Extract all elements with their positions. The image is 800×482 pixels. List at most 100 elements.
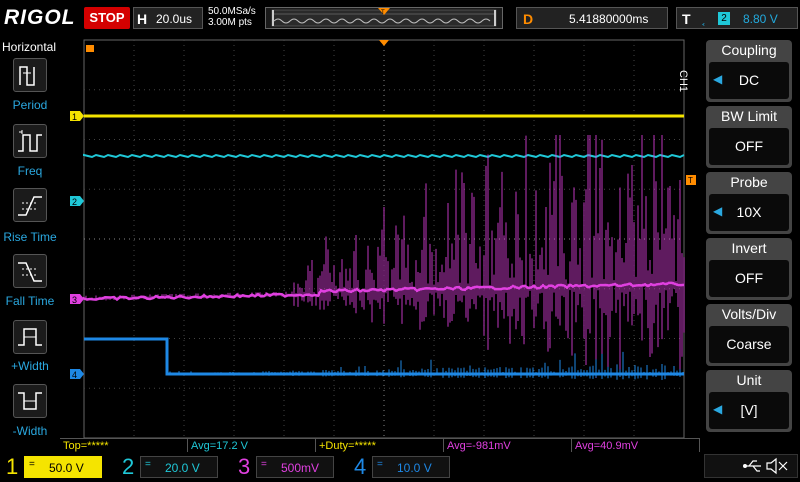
fall-time-icon <box>18 262 42 282</box>
probe-menu[interactable]: Probe ◀ 10X <box>706 172 792 234</box>
invert-value-box[interactable]: OFF <box>709 260 789 297</box>
channel-4-scale-box: = 10.0 V <box>372 456 450 478</box>
frequency-button[interactable] <box>13 124 47 158</box>
unit-value: [V] <box>740 402 758 418</box>
run-stop-indicator[interactable]: STOP <box>84 7 130 29</box>
bw-limit-value-box[interactable]: OFF <box>709 128 789 165</box>
bw-limit-value: OFF <box>735 138 763 154</box>
delay-box[interactable]: D 5.41880000ms <box>516 7 668 29</box>
sample-rate: 50.0MSa/s <box>208 6 256 17</box>
invert-menu[interactable]: Invert OFF <box>706 238 792 300</box>
left-menu-title: Horizontal <box>2 40 57 54</box>
positive-width-button[interactable] <box>13 320 47 354</box>
channel-2-scale: 20.0 V <box>165 461 200 475</box>
positive-width-label: +Width <box>11 359 49 373</box>
bw-limit-title: BW Limit <box>721 108 777 124</box>
channel-2-status[interactable]: 2 = 20.0 V <box>116 452 228 480</box>
channel-4-coupling: = <box>377 459 383 470</box>
channel-1-marker: 1 <box>70 111 84 122</box>
rise-time-icon <box>18 196 42 216</box>
waveform-grid: 1 2 3 4 T <box>70 39 696 439</box>
channel-2-marker: 2 <box>70 196 84 207</box>
probe-title: Probe <box>730 174 768 190</box>
rise-time-button[interactable] <box>13 188 47 222</box>
unit-menu[interactable]: Unit ◀ [V] <box>706 370 792 432</box>
channel-1-number: 1 <box>6 454 19 479</box>
measurement-duty[interactable]: +Duty=***** <box>316 438 444 452</box>
svg-text:4: 4 <box>72 370 77 380</box>
delay-key: D <box>523 11 534 27</box>
waveform-display[interactable]: 1 2 3 4 T <box>60 38 700 439</box>
channel-2-number: 2 <box>122 454 135 479</box>
negative-width-button[interactable] <box>13 384 47 418</box>
measurement-avg-ch2[interactable]: Avg=17.2 V <box>188 438 316 452</box>
system-status-area <box>704 454 798 478</box>
memory-overview-strip[interactable]: T <box>265 7 503 29</box>
svg-text:2: 2 <box>72 197 77 207</box>
trigger-source: 2 <box>718 12 730 25</box>
memory-overview-waveform: T <box>271 8 497 27</box>
svg-text:T: T <box>381 10 385 16</box>
channel-1-status[interactable]: 1 = 50.0 V <box>0 452 112 480</box>
channel-1-scale: 50.0 V <box>49 461 84 475</box>
speaker-muted-icon <box>766 457 788 475</box>
coupling-title: Coupling <box>721 42 777 58</box>
channel-4-number: 4 <box>354 454 367 479</box>
svg-text:1: 1 <box>72 112 77 122</box>
volts-div-value-box[interactable]: Coarse <box>709 326 789 363</box>
rising-edge-icon: ˱ <box>701 10 706 26</box>
invert-value: OFF <box>735 270 763 286</box>
negative-width-label: -Width <box>12 424 48 438</box>
coupling-menu[interactable]: Coupling ◀ DC <box>706 40 792 102</box>
channel-1-coupling: = <box>29 459 35 470</box>
period-icon <box>19 66 35 86</box>
channel-3-number: 3 <box>238 454 251 479</box>
fall-time-button[interactable] <box>13 254 47 288</box>
coupling-value: DC <box>738 72 760 88</box>
positive-width-icon <box>18 328 42 346</box>
period-label: Period <box>12 98 48 112</box>
channel-4-status[interactable]: 4 = 10.0 V <box>348 452 460 480</box>
channel-4-marker: 4 <box>70 369 84 380</box>
channel-3-coupling: = <box>261 459 267 470</box>
probe-value: 10X <box>736 204 762 220</box>
volts-div-value: Coarse <box>726 336 772 352</box>
channel-2-scale-box: = 20.0 V <box>140 456 218 478</box>
delay-value: 5.41880000ms <box>569 12 649 26</box>
coupling-value-box[interactable]: ◀ DC <box>709 62 789 99</box>
measurement-avg-a[interactable]: Avg=-981mV <box>444 438 572 452</box>
frequency-icon <box>18 130 42 152</box>
svg-text:3: 3 <box>72 295 77 305</box>
channel-3-status[interactable]: 3 = 500mV <box>232 452 344 480</box>
frequency-label: Freq <box>17 164 43 178</box>
horizontal-timebase-box[interactable]: H 20.0us <box>133 7 203 29</box>
memory-depth: 3.00M pts <box>208 17 252 28</box>
measurement-avg-b[interactable]: Avg=40.9mV <box>572 438 700 452</box>
volts-div-menu[interactable]: Volts/Div Coarse <box>706 304 792 366</box>
bw-limit-menu[interactable]: BW Limit OFF <box>706 106 792 168</box>
channel-2-coupling: = <box>145 459 151 470</box>
trigger-box[interactable]: T ˱ 2 8.80 V <box>676 7 798 29</box>
usb-icon <box>743 460 761 472</box>
channel-3-scale: 500mV <box>281 461 320 475</box>
unit-title: Unit <box>736 372 762 388</box>
svg-text:T: T <box>688 176 693 185</box>
timebase-value: 20.0us <box>156 12 193 26</box>
unit-value-box[interactable]: ◀ [V] <box>709 392 789 429</box>
probe-value-box[interactable]: ◀ 10X <box>709 194 789 231</box>
fall-time-label: Fall Time <box>5 294 55 308</box>
rise-time-label: Rise Time <box>3 230 57 244</box>
menu-channel-tag: CH1 <box>677 70 689 93</box>
channel-4-scale: 10.0 V <box>397 461 432 475</box>
trigger-level: 8.80 V <box>743 12 778 26</box>
channel-3-scale-box: = 500mV <box>256 456 334 478</box>
trigger-key: T <box>682 11 691 27</box>
measurement-top[interactable]: Top=***** <box>60 438 188 452</box>
time-reference-marker <box>86 45 94 52</box>
brand-logo: RIGOL <box>4 6 76 29</box>
invert-title: Invert <box>731 240 767 256</box>
channel-3-marker: 3 <box>70 294 84 305</box>
volts-div-title: Volts/Div <box>721 306 777 322</box>
acquisition-info: 50.0MSa/s 3.00M pts <box>208 6 256 28</box>
period-button[interactable] <box>13 58 47 92</box>
